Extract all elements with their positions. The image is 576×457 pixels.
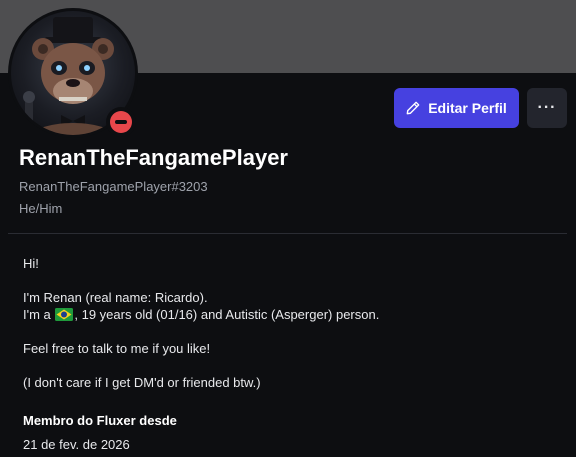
- bio-line: Feel free to talk to me if you like!: [23, 341, 211, 356]
- bio-text: , 19 years old (01/16) and Autistic (Asp…: [74, 307, 380, 322]
- username[interactable]: RenanTheFangamePlayer#3203: [19, 179, 208, 194]
- edit-profile-button[interactable]: Editar Perfil: [394, 88, 519, 128]
- more-options-icon: ···: [537, 99, 557, 116]
- pronouns: He/Him: [19, 201, 63, 216]
- brazil-flag-icon: [55, 308, 74, 321]
- bio: Hi! I'm Renan (real name: Ricardo). I'm …: [23, 255, 563, 391]
- avatar-container[interactable]: [8, 8, 138, 138]
- status-indicator: [106, 107, 136, 137]
- divider: [8, 233, 567, 234]
- pencil-icon: [406, 101, 420, 115]
- do-not-disturb-icon: [110, 111, 132, 133]
- bio-line-flag: I'm a , 19 years old (01/16) and Autisti…: [23, 306, 563, 323]
- display-name: RenanTheFangamePlayer: [19, 145, 288, 170]
- edit-profile-label: Editar Perfil: [428, 100, 507, 116]
- more-options-button[interactable]: ···: [527, 88, 567, 128]
- member-since-date: 21 de fev. de 2026: [23, 437, 130, 452]
- bio-line: Hi!: [23, 256, 39, 271]
- member-since-label: Membro do Fluxer desde: [23, 413, 177, 428]
- bio-line: (I don't care if I get DM'd or friended …: [23, 375, 261, 390]
- bio-text: I'm a: [23, 307, 51, 322]
- bio-line: I'm Renan (real name: Ricardo).: [23, 290, 208, 305]
